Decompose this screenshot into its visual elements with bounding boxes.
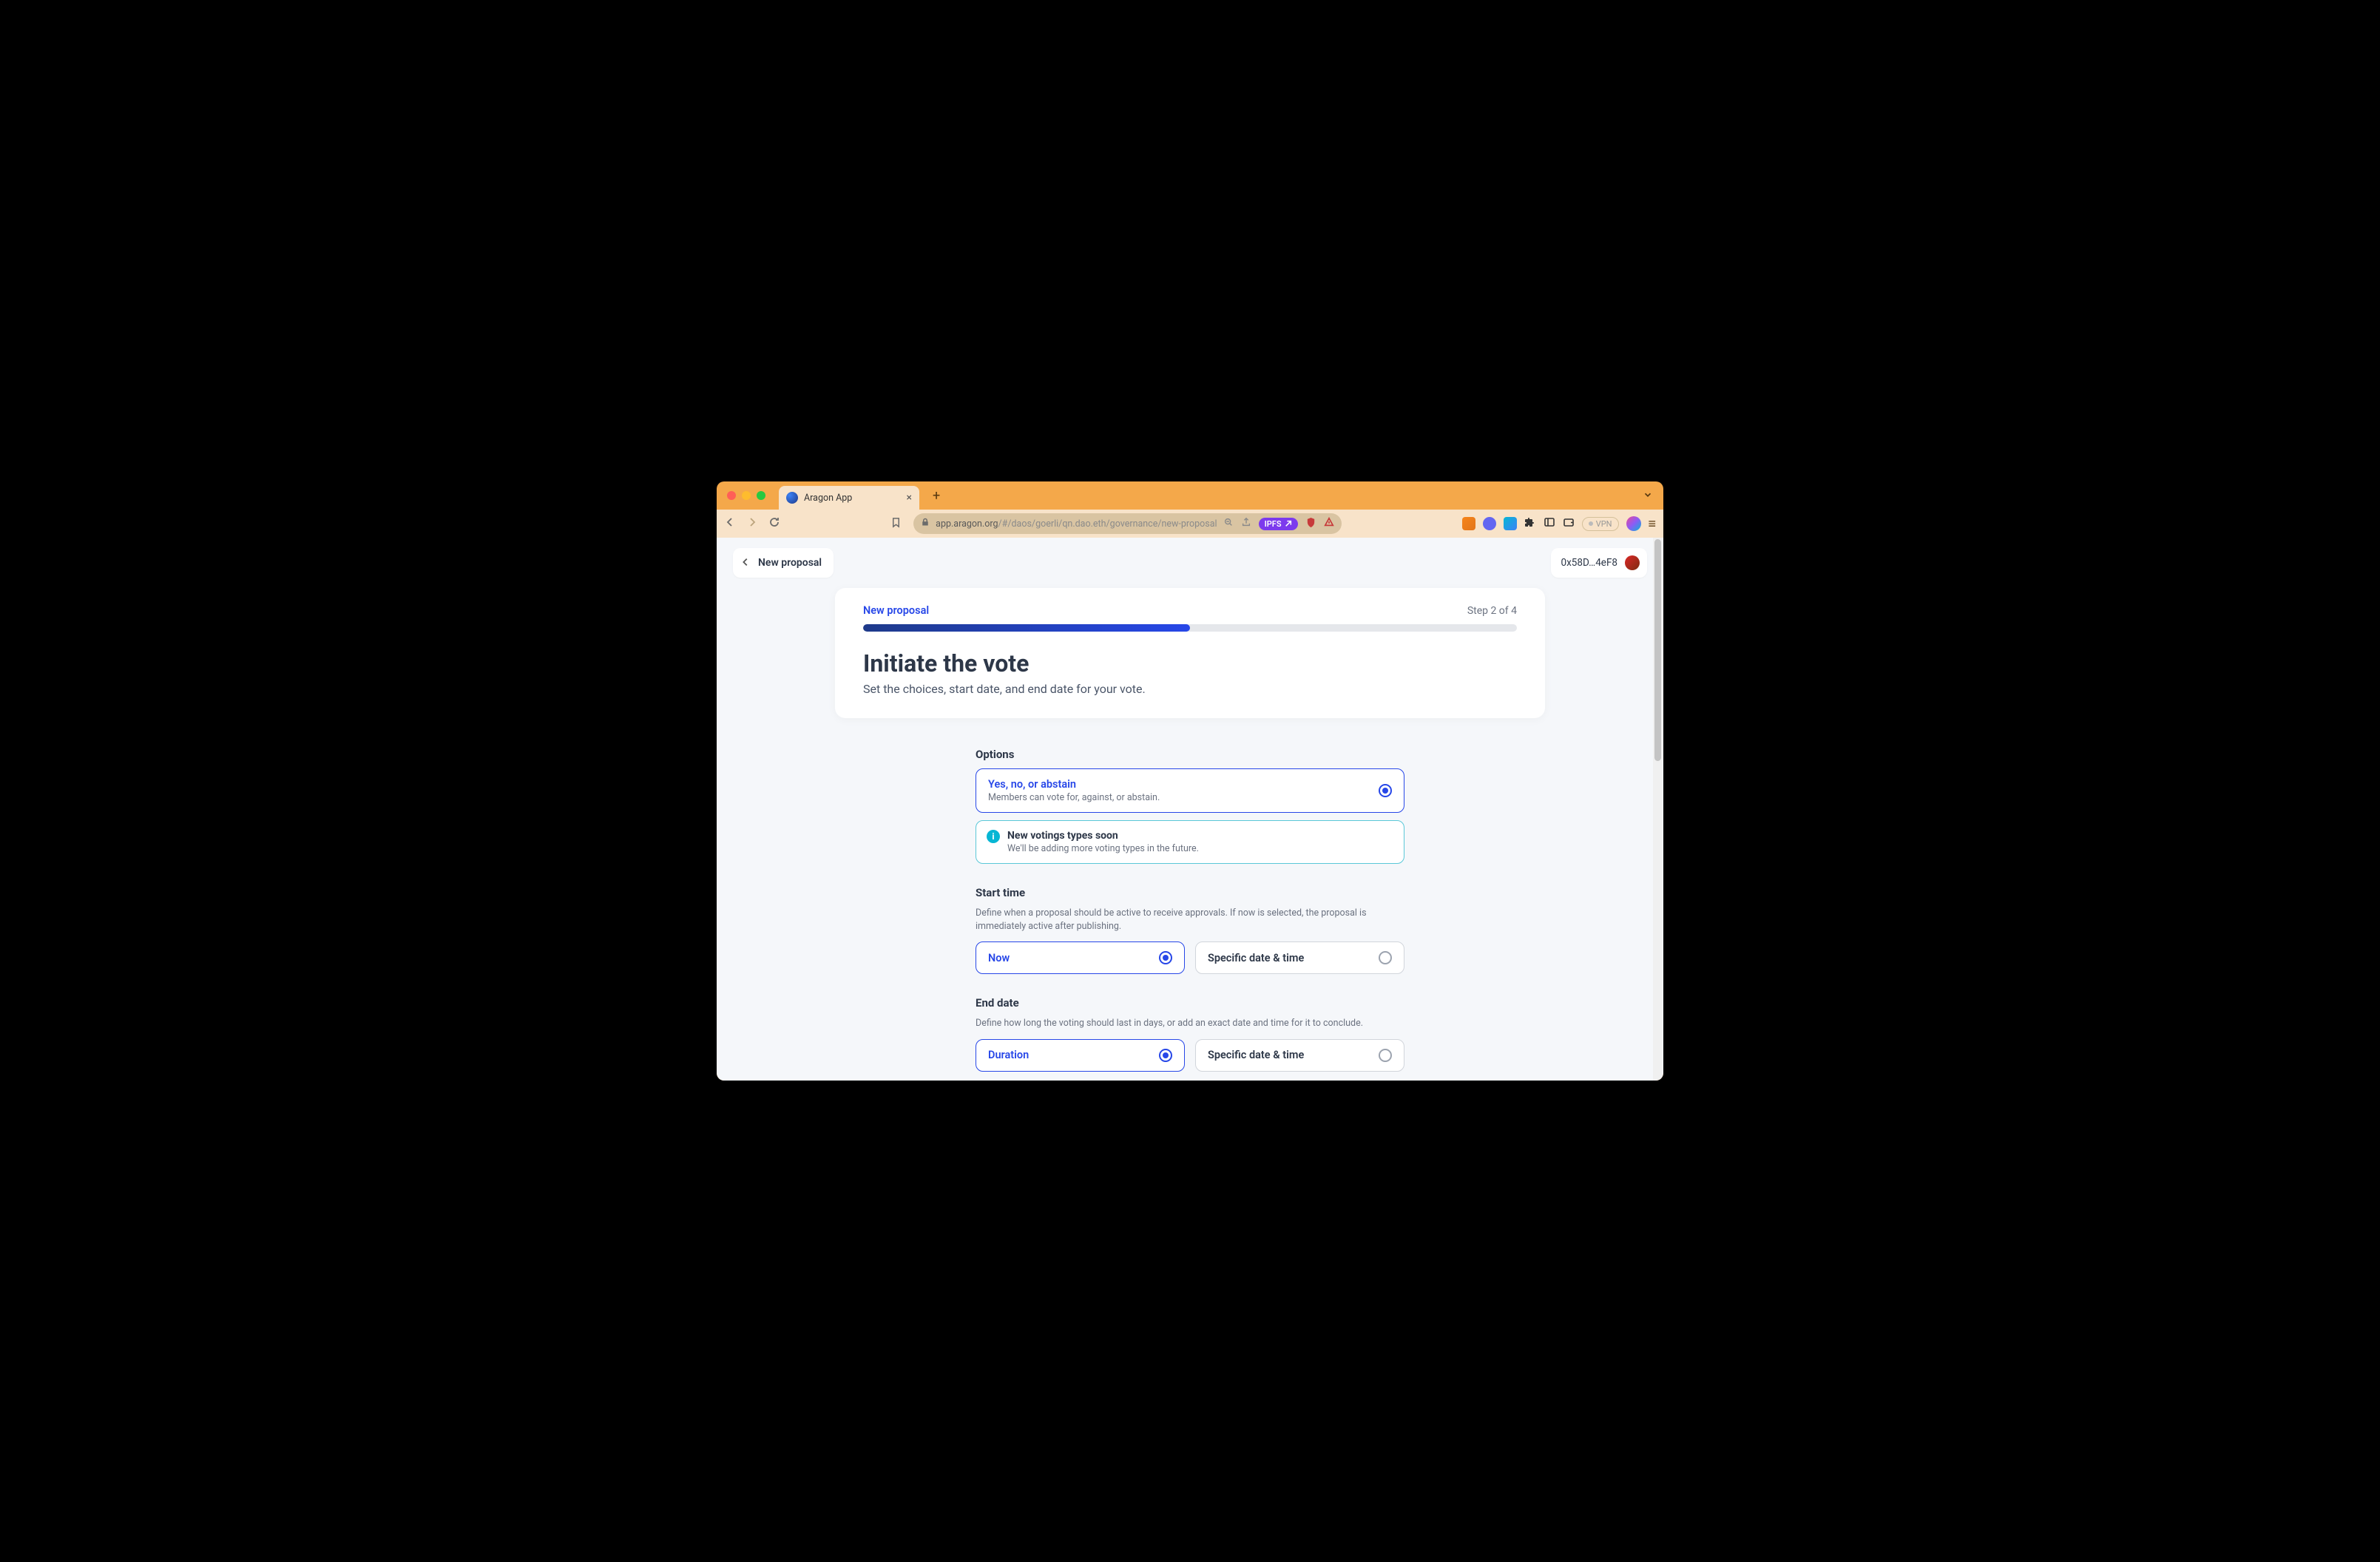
- metamask-icon[interactable]: [1462, 517, 1475, 530]
- maximize-window-icon[interactable]: [757, 491, 765, 500]
- browser-window: Aragon App × +: [717, 481, 1663, 1081]
- wizard-label: New proposal: [863, 604, 929, 617]
- extension-icon-1[interactable]: [1483, 517, 1496, 530]
- brave-shield-icon[interactable]: [1305, 517, 1316, 531]
- start-time-now[interactable]: Now: [976, 941, 1185, 974]
- progress-bar: [863, 624, 1517, 632]
- bookmark-icon[interactable]: [890, 517, 902, 531]
- start-time-specific[interactable]: Specific date & time: [1195, 941, 1404, 974]
- traffic-lights: [727, 491, 765, 500]
- reload-icon[interactable]: [768, 516, 780, 531]
- end-date-duration[interactable]: Duration: [976, 1039, 1185, 1072]
- nav-forward-icon[interactable]: [746, 516, 758, 531]
- scrollbar-track[interactable]: [1653, 538, 1663, 1081]
- wallet-avatar-icon: [1625, 555, 1640, 570]
- radio-icon: [1379, 951, 1392, 964]
- tab-title: Aragon App: [804, 493, 901, 504]
- favicon-icon: [786, 492, 798, 504]
- app-header: New proposal 0x58D…4eF8: [717, 538, 1663, 588]
- ipfs-badge[interactable]: IPFS: [1259, 518, 1298, 530]
- menu-icon[interactable]: ≡: [1649, 516, 1657, 532]
- radio-icon: [1379, 1049, 1392, 1062]
- browser-tab[interactable]: Aragon App ×: [779, 486, 919, 510]
- extension-icon-2[interactable]: [1504, 517, 1517, 530]
- warning-icon[interactable]: [1324, 517, 1334, 530]
- scrollbar-thumb[interactable]: [1654, 539, 1661, 761]
- info-desc: We'll be adding more voting types in the…: [1007, 843, 1199, 854]
- tabs-dropdown-icon[interactable]: [1643, 490, 1653, 502]
- end-date-helper: Define how long the voting should last i…: [976, 1017, 1404, 1030]
- zoom-icon[interactable]: [1223, 517, 1234, 530]
- option-yes-no-abstain[interactable]: Yes, no, or abstain Members can vote for…: [976, 768, 1404, 813]
- url-text: app.aragon.org/#/daos/goerli/qn.dao.eth/…: [936, 518, 1217, 530]
- start-time-label: Start time: [976, 886, 1404, 899]
- close-tab-icon[interactable]: ×: [907, 492, 912, 504]
- progress-fill: [863, 624, 1190, 632]
- vpn-badge[interactable]: VPN: [1582, 517, 1619, 531]
- new-tab-button[interactable]: +: [933, 488, 940, 504]
- lock-icon: [921, 518, 930, 530]
- sidebar-icon[interactable]: [1544, 516, 1555, 531]
- info-icon: i: [987, 830, 1000, 843]
- puzzle-icon[interactable]: [1524, 516, 1536, 531]
- title-bar: Aragon App × +: [717, 481, 1663, 510]
- wizard-card: New proposal Step 2 of 4 Initiate the vo…: [835, 588, 1545, 718]
- end-date-specific[interactable]: Specific date & time: [1195, 1039, 1404, 1072]
- minimize-window-icon[interactable]: [742, 491, 751, 500]
- close-window-icon[interactable]: [727, 491, 736, 500]
- back-label: New proposal: [758, 557, 822, 569]
- page-subtitle: Set the choices, start date, and end dat…: [863, 682, 1517, 696]
- start-time-helper: Define when a proposal should be active …: [976, 907, 1404, 933]
- option-desc: Members can vote for, against, or abstai…: [988, 792, 1160, 803]
- info-banner: i New votings types soon We'll be adding…: [976, 820, 1404, 864]
- page-title: Initiate the vote: [863, 649, 1517, 677]
- wallet-address: 0x58D…4eF8: [1561, 557, 1617, 569]
- step-count: Step 2 of 4: [1467, 605, 1517, 617]
- end-date-label: End date: [976, 996, 1404, 1010]
- options-label: Options: [976, 748, 1404, 761]
- option-title: Yes, no, or abstain: [988, 778, 1160, 791]
- nav-back-icon[interactable]: [724, 516, 736, 531]
- chevron-left-icon: [740, 556, 751, 570]
- back-button[interactable]: New proposal: [733, 548, 834, 578]
- info-title: New votings types soon: [1007, 830, 1199, 842]
- extensions: VPN ≡: [1462, 516, 1656, 532]
- profile-avatar-icon[interactable]: [1626, 516, 1641, 531]
- wallet-icon[interactable]: [1563, 516, 1575, 531]
- page-viewport: New proposal 0x58D…4eF8 New proposal Ste…: [717, 538, 1663, 1081]
- wallet-button[interactable]: 0x58D…4eF8: [1551, 548, 1647, 578]
- share-icon[interactable]: [1241, 517, 1251, 530]
- form-area: Options Yes, no, or abstain Members can …: [976, 748, 1404, 1081]
- browser-toolbar: app.aragon.org/#/daos/goerli/qn.dao.eth/…: [717, 510, 1663, 538]
- radio-icon: [1159, 951, 1172, 964]
- radio-icon: [1379, 784, 1392, 797]
- url-bar[interactable]: app.aragon.org/#/daos/goerli/qn.dao.eth/…: [913, 513, 1341, 534]
- radio-icon: [1159, 1049, 1172, 1062]
